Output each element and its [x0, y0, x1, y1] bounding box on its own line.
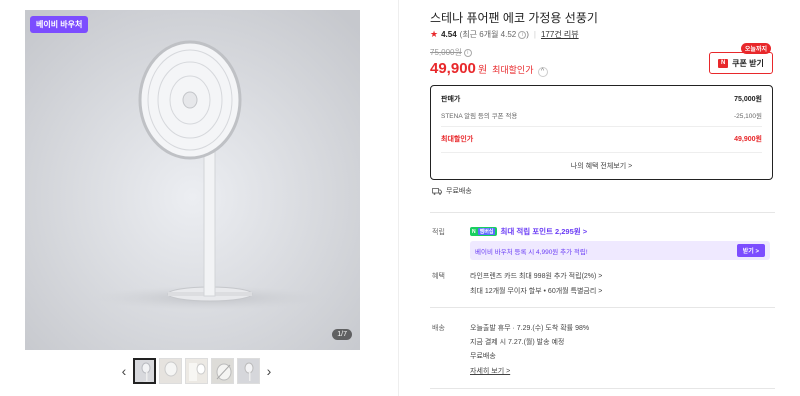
breakdown-row-max-discount: 최대할인가 49,900원	[441, 136, 762, 143]
delivery-details-link[interactable]: 자세히 보기 >	[470, 366, 510, 376]
section-divider	[430, 388, 775, 389]
rating-score: 4.54	[441, 30, 457, 39]
max-points-link[interactable]: 최대 적립 포인트 2,295원 >	[500, 226, 587, 237]
delivery-label: 배송	[432, 325, 445, 332]
star-icon: ★	[430, 29, 439, 39]
chevron-up-icon[interactable]: ^	[537, 67, 548, 77]
rating-recent: (최근 6개월 4.52 i)	[459, 30, 529, 39]
thumbnail-5[interactable]	[237, 358, 260, 384]
delivery-status: 오늘출발 휴무 · 7.29.(수) 도착 확률 98%	[470, 325, 590, 332]
section-divider	[430, 307, 775, 308]
thumbnail-1[interactable]	[133, 358, 156, 384]
free-shipping-tag: 무료배송	[432, 186, 472, 196]
info-icon[interactable]: i	[463, 48, 472, 57]
installment-benefit-link[interactable]: 최대 12개월 무이자 할부 • 60개월 특별금리 >	[470, 286, 602, 296]
thumbnail-4[interactable]	[211, 358, 234, 384]
naver-n-icon: N	[718, 58, 729, 68]
benefits-label: 혜택	[432, 273, 445, 280]
price-breakdown-box: 판매가 75,000원 STENA 알림 등의 쿠폰 적용 -25,100원 최대할…	[430, 85, 773, 180]
today-only-badge: 오늘까지	[740, 43, 771, 54]
next-image-button[interactable]: ›	[263, 363, 275, 379]
product-image-gallery[interactable]: 베이비 바우처 1/7	[25, 10, 360, 350]
receive-points-button[interactable]: 받기 >	[736, 244, 765, 257]
breakdown-row-coupon: STENA 알림 등의 쿠폰 적용 -25,100원	[441, 113, 762, 120]
card-benefit-link[interactable]: 라인프렌즈 카드 최대 998원 추가 적립(2%) >	[470, 271, 602, 281]
thumbnail-strip: ‹ ›	[118, 357, 275, 385]
product-title: 스테나 퓨어팬 에코 가정용 선풍기	[430, 11, 598, 25]
delivery-schedule: 지금 결제 시 7.27.(월) 발송 예정	[470, 339, 565, 346]
column-divider	[398, 0, 399, 396]
image-counter: 1/7	[332, 329, 352, 340]
price-label: 최대할인가	[492, 65, 534, 75]
voucher-points-text: 베이비 바우처 등록 시 4,990원 추가 적립!	[475, 248, 588, 256]
price-row: 49,900 원 최대할인가 ^	[430, 60, 548, 77]
review-count-link[interactable]: 177건 리뷰	[541, 29, 579, 40]
prev-image-button[interactable]: ‹	[118, 363, 130, 379]
divider	[441, 152, 762, 153]
divider	[441, 126, 762, 127]
thumbnail-3[interactable]	[185, 358, 208, 384]
fan-product-photo	[25, 10, 360, 350]
thumbnail-2[interactable]	[159, 358, 182, 384]
voucher-points-box: 베이비 바우처 등록 시 4,990원 추가 적립! 받기 >	[470, 241, 770, 260]
original-price: 75,000원 i	[430, 47, 472, 58]
section-divider	[430, 212, 775, 213]
points-label: 적립	[432, 229, 445, 236]
rating-row: ★ 4.54 (최근 6개월 4.52 i) | 177건 리뷰	[430, 29, 579, 40]
coupon-button-label: 쿠폰 받기	[732, 58, 764, 68]
breakdown-row-sale-price: 판매가 75,000원	[441, 96, 762, 103]
delivery-fee: 무료배송	[470, 353, 496, 360]
view-all-benefits-link[interactable]: 나의 혜택 전체보기 >	[431, 161, 772, 171]
truck-icon	[432, 187, 442, 195]
free-shipping-label: 무료배송	[446, 188, 472, 195]
sale-price: 49,900	[430, 60, 476, 77]
max-points-row[interactable]: N 멤버십 최대 적립 포인트 2,295원 >	[470, 226, 587, 237]
separator: |	[533, 30, 536, 39]
get-coupon-button[interactable]: N 쿠폰 받기	[709, 52, 773, 74]
store-badge: 베이비 바우처	[30, 16, 89, 33]
npay-membership-icon: N 멤버십	[470, 227, 498, 236]
price-unit: 원	[477, 65, 488, 76]
